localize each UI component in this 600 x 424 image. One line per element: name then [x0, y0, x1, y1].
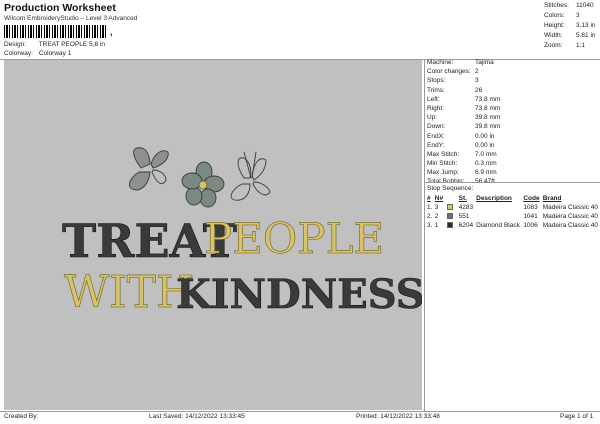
stat-stitches: Stitches: 11040 — [544, 2, 594, 9]
stats-panel: Stitches: 11040 Colors: 3 Height: 3.13 in W… — [544, 2, 596, 52]
col-swatch — [447, 194, 459, 203]
stat-colors: Colors: 3 — [544, 12, 580, 19]
footer-last-saved: Last Saved: 14/12/2022 13:33:45 — [149, 413, 245, 420]
design-label: Design: — [4, 41, 27, 48]
stop-sequence-header: # N# St. Description Code Brand — [427, 194, 600, 203]
prop-stops: Stops: 3 — [427, 77, 479, 85]
prop-machine: Machine: Tajima — [427, 59, 494, 66]
stop-sequence-table: # N# St. Description Code Brand 1. 3 428… — [427, 194, 600, 230]
stat-zoom: Zoom: 1:1 — [544, 42, 586, 49]
prop-left: Left: 73.8 mm — [427, 95, 501, 103]
panel-divider — [424, 59, 425, 411]
butterfly-left-icon — [129, 147, 169, 191]
prop-down: Down: 39.8 mm — [427, 123, 501, 131]
stop-sequence-title: Stop Sequence: — [427, 185, 474, 192]
design-row: Design: TREAT PEOPLE 5,8 in — [4, 41, 105, 48]
flower-icon — [181, 161, 225, 208]
col-n: N# — [434, 195, 444, 202]
artwork-line1-gold: PEOPLE — [204, 214, 384, 263]
color-swatch — [446, 204, 453, 210]
artwork-line2-gold: WITH — [64, 267, 194, 318]
prop-max-jump: Max Jump: 6.9 mm — [427, 169, 497, 177]
col-index: # — [427, 195, 431, 202]
prop-up: Up: 39.8 mm — [427, 114, 501, 122]
stat-width: Width: 5.81 in — [544, 32, 596, 39]
prop-endy: EndY: 0.00 in — [427, 141, 495, 149]
col-description: Description — [476, 195, 512, 202]
butterfly-right-icon — [230, 151, 271, 201]
prop-right: Right: 73.8 mm — [427, 104, 501, 112]
prop-min-stitch: Min Stitch: 0.3 mm — [427, 160, 497, 168]
design-value: TREAT PEOPLE 5,8 in — [38, 41, 105, 48]
design-preview: TREAT PEOPLE WITH KINDNESS — [4, 60, 425, 410]
props-divider — [424, 182, 600, 183]
software-subtitle: Wilcom EmbroideryStudio – Level 3 Advanc… — [4, 15, 138, 22]
colorway-label: Colorway: — [4, 50, 33, 57]
prop-endx: EndX: 0.00 in — [427, 132, 495, 140]
embroidery-artwork: TREAT PEOPLE WITH KINDNESS — [62, 147, 425, 318]
artwork-line2-dark: KINDNESS — [176, 271, 422, 318]
page-title: Production Worksheet — [4, 2, 116, 14]
prop-color-changes: Color changes: 2 — [427, 68, 479, 76]
col-code: Code — [523, 195, 540, 202]
barcode-mark: , — [110, 27, 113, 37]
prop-trims: Trims: 26 — [427, 86, 483, 94]
prop-max-stitch: Max Stitch: 7.0 mm — [427, 150, 497, 158]
footer-page: Page 1 of 1 — [560, 413, 594, 420]
colorway-row: Colorway: Colorway 1 — [4, 50, 71, 57]
color-swatch — [446, 222, 453, 228]
stat-height: Height: 3.13 in — [544, 22, 596, 29]
footer-created-by: Created By: — [4, 413, 39, 420]
footer-printed: Printed: 14/12/2022 13:33:48 — [356, 413, 440, 420]
col-brand: Brand — [542, 195, 562, 202]
color-swatch — [446, 213, 453, 219]
col-st: St. — [458, 195, 467, 202]
table-row: 2. 2 551 1041 Madeira Classic 40 — [427, 213, 598, 220]
table-row: 1. 3 4283 1083 Madeira Classic 40 — [427, 204, 598, 211]
footer-divider — [0, 411, 600, 412]
colorway-value: Colorway 1 — [38, 50, 72, 57]
table-row: 3. 1 6204 Diamond Black 1006 Madeira Cla… — [427, 222, 598, 229]
machine-properties: Machine: Tajima Color changes: 2 Stops: 3 T… — [427, 59, 500, 188]
barcode — [4, 25, 108, 38]
